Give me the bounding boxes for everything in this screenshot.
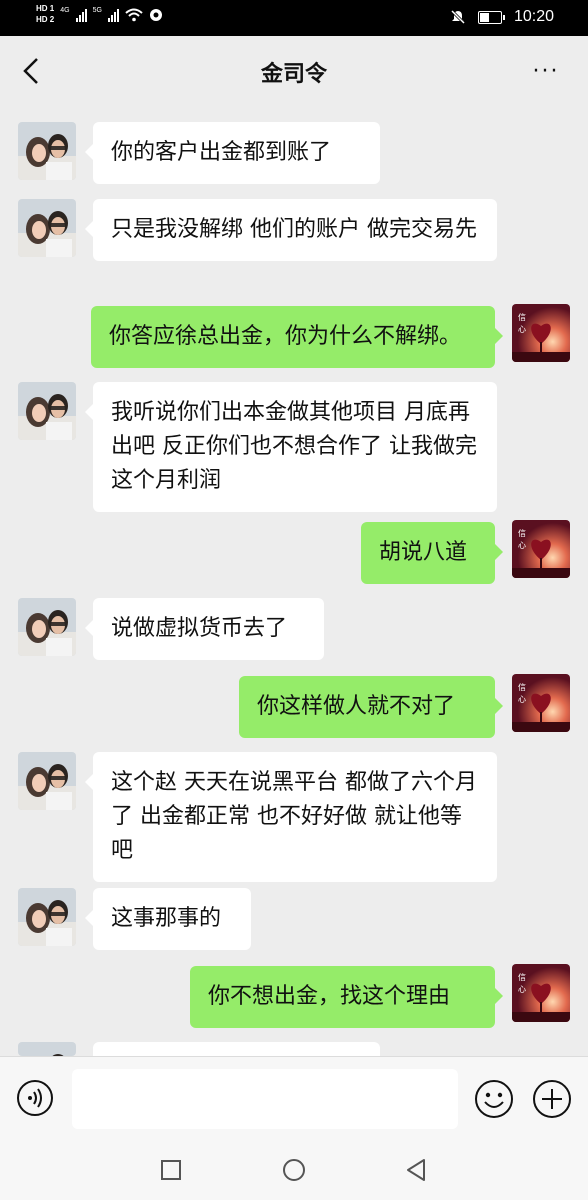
svg-text:心: 心	[518, 695, 526, 704]
contact-avatar-image	[18, 752, 76, 810]
message-bubble-partial[interactable]	[93, 1042, 380, 1056]
svg-text:信: 信	[518, 312, 526, 322]
user-avatar-image: 信 心	[512, 520, 570, 578]
message-bubble-sent[interactable]: 胡说八道	[361, 522, 503, 584]
signal-icon-2	[107, 8, 119, 22]
input-bar	[0, 1056, 588, 1141]
contact-avatar-image	[18, 1042, 76, 1056]
contact-avatar[interactable]	[18, 888, 76, 946]
svg-text:信: 信	[518, 528, 526, 538]
voice-button[interactable]	[16, 1079, 54, 1117]
user-avatar-image: 信 心	[512, 964, 570, 1022]
contact-avatar[interactable]	[18, 752, 76, 810]
mute-icon	[450, 9, 466, 25]
plus-icon	[533, 1080, 571, 1118]
contact-avatar[interactable]	[18, 598, 76, 656]
contact-avatar-image	[18, 888, 76, 946]
home-button[interactable]	[282, 1158, 306, 1182]
contact-avatar-image	[18, 382, 76, 440]
user-avatar-image: 信 心	[512, 304, 570, 362]
signal-label-2: 5G	[92, 7, 102, 14]
user-avatar-image: 信 心	[512, 674, 570, 732]
message-list[interactable]: 你的客户出金都到账了 只是我没解绑 他们的账户 做完交易先 你答应徐总出金，你为…	[0, 108, 588, 1056]
network-label-bottom: HD 2	[36, 15, 55, 24]
network-label-top: HD 1	[36, 4, 55, 13]
home-icon	[283, 1159, 305, 1181]
emoji-icon	[475, 1080, 513, 1118]
plus-button[interactable]	[532, 1079, 572, 1119]
message-bubble-received[interactable]: 这个赵 天天在说黑平台 都做了六个月了 出金都正常 也不好好做 就让他等吧	[85, 752, 497, 882]
contact-avatar[interactable]	[18, 199, 76, 257]
contact-avatar[interactable]	[18, 1042, 76, 1056]
contact-avatar[interactable]	[18, 382, 76, 440]
message-bubble-sent[interactable]: 你这样做人就不对了	[239, 676, 503, 738]
status-left: HD 1 HD 2 4G 5G	[36, 4, 163, 25]
more-button[interactable]: ···	[526, 56, 566, 86]
recent-apps-button[interactable]	[159, 1158, 183, 1182]
contact-avatar[interactable]	[18, 122, 76, 180]
battery-icon	[477, 10, 505, 24]
message-bubble-received[interactable]: 说做虚拟货币去了	[85, 598, 324, 660]
title-bar: 金司令 ···	[0, 36, 588, 108]
status-bar: HD 1 HD 2 4G 5G 10:20	[0, 0, 588, 36]
svg-text:心: 心	[518, 985, 526, 994]
message-bubble-sent[interactable]: 你不想出金，找这个理由	[190, 966, 503, 1028]
more-icon: ···	[532, 58, 560, 84]
emoji-button[interactable]	[474, 1079, 514, 1119]
user-avatar[interactable]: 信 心	[512, 964, 570, 1022]
system-nav-bar	[0, 1140, 588, 1200]
user-avatar[interactable]: 信 心	[512, 304, 570, 362]
chat-title: 金司令	[260, 62, 327, 87]
network-labels: HD 1 HD 2	[36, 4, 54, 25]
svg-text:心: 心	[518, 541, 526, 550]
settings-icon	[149, 8, 162, 21]
message-bubble-received[interactable]: 你的客户出金都到账了	[85, 122, 380, 184]
user-avatar[interactable]: 信 心	[512, 520, 570, 578]
voice-icon	[17, 1080, 53, 1116]
message-bubble-sent[interactable]: 你答应徐总出金，你为什么不解绑。	[91, 306, 503, 368]
user-avatar[interactable]: 信 心	[512, 674, 570, 732]
svg-text:信: 信	[518, 972, 526, 982]
nav-back-button[interactable]	[404, 1158, 428, 1182]
signal-label-1: 4G	[60, 7, 70, 14]
wifi-icon	[125, 8, 143, 21]
signal-icon	[75, 8, 87, 22]
contact-avatar-image	[18, 122, 76, 180]
recent-apps-icon	[161, 1160, 181, 1180]
back-icon	[407, 1159, 425, 1181]
status-time: 10:20	[513, 8, 554, 25]
status-right: 10:20	[450, 8, 554, 26]
svg-text:心: 心	[518, 325, 526, 334]
message-input[interactable]	[72, 1069, 458, 1129]
svg-text:信: 信	[518, 682, 526, 692]
message-bubble-received[interactable]: 只是我没解绑 他们的账户 做完交易先	[85, 199, 497, 261]
message-bubble-received[interactable]: 我听说你们出本金做其他项目 月底再出吧 反正你们也不想合作了 让我做完这个月利润	[85, 382, 497, 512]
message-bubble-received[interactable]: 这事那事的	[85, 888, 251, 950]
contact-avatar-image	[18, 598, 76, 656]
contact-avatar-image	[18, 199, 76, 257]
